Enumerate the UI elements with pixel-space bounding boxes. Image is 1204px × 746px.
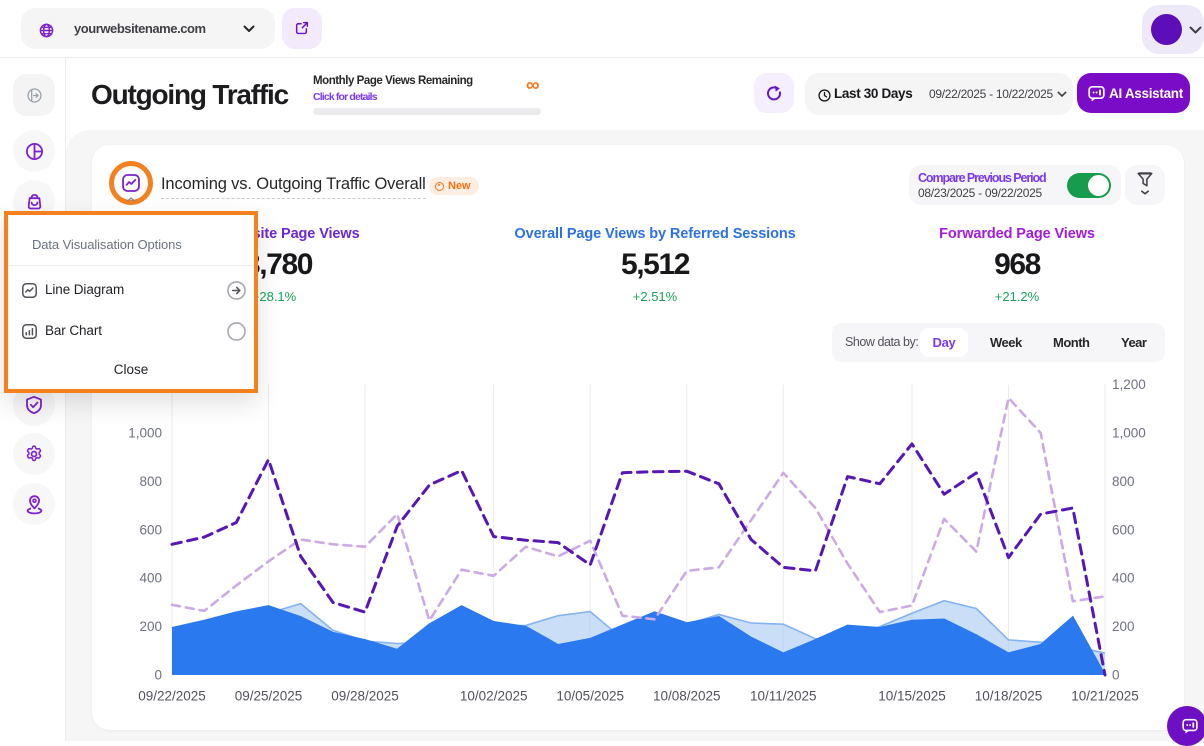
svg-text:09/22/2025: 09/22/2025 (138, 689, 206, 704)
svg-text:10/02/2025: 10/02/2025 (460, 689, 528, 704)
svg-text:600: 600 (139, 522, 162, 537)
svg-text:0: 0 (1112, 668, 1120, 683)
svg-text:10/18/2025: 10/18/2025 (975, 689, 1043, 704)
svg-text:1,000: 1,000 (1112, 426, 1146, 441)
svg-text:09/28/2025: 09/28/2025 (331, 689, 399, 704)
svg-text:10/15/2025: 10/15/2025 (878, 689, 946, 704)
svg-text:600: 600 (1112, 522, 1135, 537)
svg-text:200: 200 (139, 619, 162, 634)
svg-text:10/11/2025: 10/11/2025 (750, 689, 817, 704)
svg-text:400: 400 (1112, 571, 1135, 586)
svg-text:800: 800 (1112, 474, 1135, 489)
svg-text:10/21/2025: 10/21/2025 (1071, 689, 1139, 704)
svg-text:800: 800 (139, 474, 162, 489)
svg-text:0: 0 (154, 668, 162, 683)
svg-text:400: 400 (139, 571, 162, 586)
svg-text:200: 200 (1112, 619, 1135, 634)
svg-text:1,200: 1,200 (1112, 377, 1146, 392)
svg-text:1,000: 1,000 (128, 426, 162, 441)
svg-text:10/05/2025: 10/05/2025 (556, 689, 624, 704)
svg-text:10/08/2025: 10/08/2025 (653, 689, 721, 704)
svg-text:09/25/2025: 09/25/2025 (235, 689, 303, 704)
